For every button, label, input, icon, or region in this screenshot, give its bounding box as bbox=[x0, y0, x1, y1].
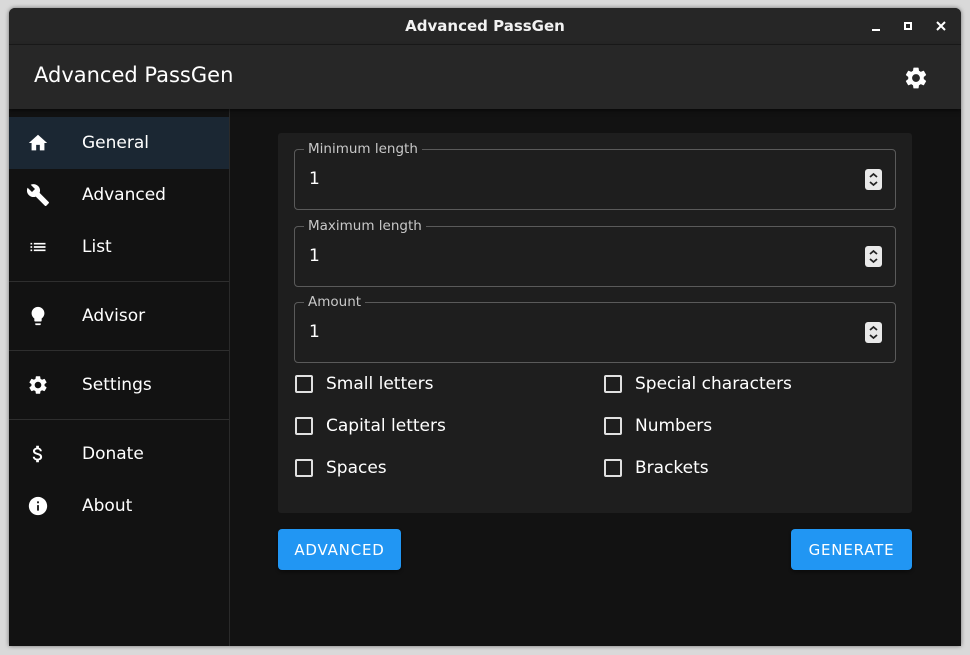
nav-item-list[interactable]: List bbox=[9, 221, 229, 273]
numbers-checkbox[interactable]: Numbers bbox=[604, 414, 712, 438]
close-button[interactable] bbox=[932, 17, 950, 35]
nav-item-label: Advisor bbox=[82, 306, 146, 326]
spinner-icon bbox=[869, 249, 878, 264]
dollar-icon bbox=[26, 442, 50, 466]
brackets-checkbox[interactable]: Brackets bbox=[604, 456, 709, 480]
field-label: Amount bbox=[304, 294, 366, 310]
field-label: Maximum length bbox=[304, 218, 426, 234]
close-icon bbox=[936, 21, 946, 31]
gear-icon bbox=[905, 67, 927, 89]
checkbox-box[interactable] bbox=[295, 417, 313, 435]
app-window: Advanced PassGen Advanced PassGen Genera… bbox=[9, 8, 961, 646]
nav-item-label: General bbox=[82, 133, 149, 153]
list-icon bbox=[26, 235, 50, 259]
nav-item-advisor[interactable]: Advisor bbox=[9, 290, 229, 342]
spinner-icon bbox=[869, 172, 878, 187]
checkbox-box[interactable] bbox=[604, 459, 622, 477]
checkbox-box[interactable] bbox=[295, 459, 313, 477]
special-characters-checkbox[interactable]: Special characters bbox=[604, 372, 792, 396]
lightbulb-icon bbox=[26, 304, 50, 328]
amount-spinner[interactable] bbox=[865, 322, 882, 343]
checkbox-label: Capital letters bbox=[326, 416, 446, 436]
min-length-value[interactable]: 1 bbox=[309, 169, 320, 189]
nav-item-advanced[interactable]: Advanced bbox=[9, 169, 229, 221]
minimize-button[interactable] bbox=[867, 17, 885, 35]
spaces-checkbox[interactable]: Spaces bbox=[295, 456, 387, 480]
window-title: Advanced PassGen bbox=[405, 17, 565, 35]
checkbox-box[interactable] bbox=[295, 375, 313, 393]
capital-letters-checkbox[interactable]: Capital letters bbox=[295, 414, 446, 438]
max-length-value[interactable]: 1 bbox=[309, 246, 320, 266]
nav-divider bbox=[9, 350, 229, 351]
checkbox-label: Spaces bbox=[326, 458, 387, 478]
checkbox-box[interactable] bbox=[604, 375, 622, 393]
nav-item-general[interactable]: General bbox=[9, 117, 229, 169]
maximize-button[interactable] bbox=[899, 17, 917, 35]
nav-item-settings[interactable]: Settings bbox=[9, 359, 229, 411]
nav-divider bbox=[9, 281, 229, 282]
max-length-field[interactable]: Maximum length 1 bbox=[294, 218, 896, 287]
nav-item-label: Settings bbox=[82, 375, 152, 395]
amount-value[interactable]: 1 bbox=[309, 322, 320, 342]
min-length-field[interactable]: Minimum length 1 bbox=[294, 141, 896, 210]
nav-divider bbox=[9, 419, 229, 420]
title-bar[interactable]: Advanced PassGen bbox=[9, 8, 961, 45]
nav-item-label: About bbox=[82, 496, 133, 516]
checkbox-label: Special characters bbox=[635, 374, 792, 394]
app-bar: Advanced PassGen bbox=[9, 45, 961, 109]
checkbox-box[interactable] bbox=[604, 417, 622, 435]
general-options-card: Minimum length 1 Maximum length 1 Amount… bbox=[278, 133, 912, 513]
info-icon bbox=[26, 494, 50, 518]
advanced-button[interactable]: ADVANCED bbox=[278, 529, 401, 570]
amount-field[interactable]: Amount 1 bbox=[294, 294, 896, 363]
generate-button[interactable]: GENERATE bbox=[791, 529, 912, 570]
nav-item-donate[interactable]: Donate bbox=[9, 428, 229, 480]
maximize-icon bbox=[904, 22, 912, 30]
app-title: Advanced PassGen bbox=[34, 63, 234, 87]
checkbox-label: Numbers bbox=[635, 416, 713, 436]
field-label: Minimum length bbox=[304, 141, 422, 157]
nav-item-label: Advanced bbox=[82, 185, 166, 205]
nav-item-about[interactable]: About bbox=[9, 480, 229, 532]
settings-button[interactable] bbox=[903, 65, 929, 91]
minimize-icon bbox=[872, 29, 880, 31]
nav-item-label: List bbox=[82, 237, 112, 257]
max-length-spinner[interactable] bbox=[865, 246, 882, 267]
gear-icon bbox=[26, 373, 50, 397]
min-length-spinner[interactable] bbox=[865, 169, 882, 190]
nav-item-label: Donate bbox=[82, 444, 144, 464]
checkbox-label: Small letters bbox=[326, 374, 434, 394]
home-icon bbox=[26, 131, 50, 155]
nav-drawer: General Advanced List Advisor Settings D… bbox=[9, 109, 230, 646]
wrench-icon bbox=[26, 183, 50, 207]
small-letters-checkbox[interactable]: Small letters bbox=[295, 372, 433, 396]
checkbox-label: Brackets bbox=[635, 458, 709, 478]
spinner-icon bbox=[869, 325, 878, 340]
